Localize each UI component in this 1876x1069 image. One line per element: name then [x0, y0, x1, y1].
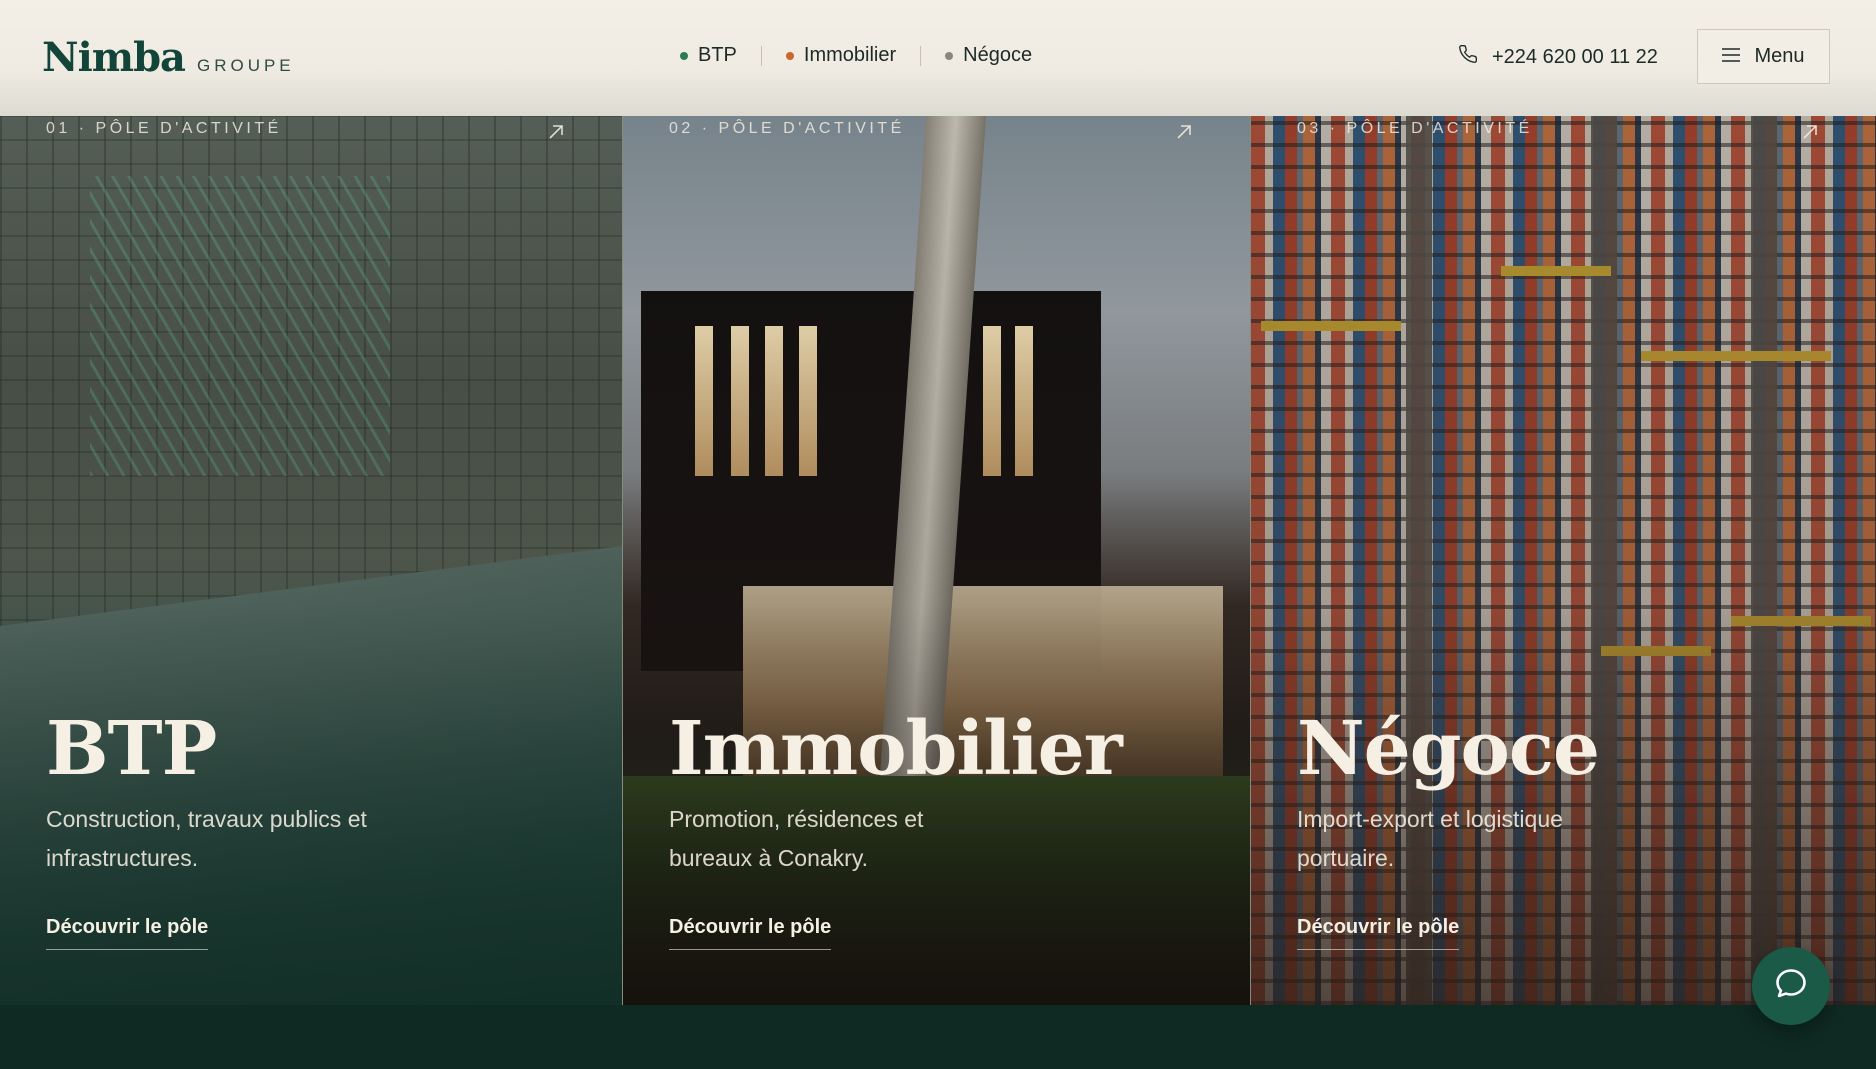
- phone-icon: [1458, 44, 1478, 70]
- footer-band: [0, 1005, 1876, 1069]
- green-dot-icon: [680, 51, 688, 60]
- arrow-up-right-icon[interactable]: [1800, 122, 1820, 142]
- nav-label: Négoce: [963, 44, 1033, 66]
- panel-description: Import-export et logistique portuaire.: [1297, 806, 1563, 871]
- menu-button[interactable]: Menu: [1697, 29, 1830, 84]
- panel-title: BTP: [46, 706, 217, 792]
- gray-dot-icon: [945, 51, 954, 60]
- phone-number: +224 620 00 11 22: [1492, 45, 1658, 68]
- panel-btp[interactable]: 01 · PÔLE D'ACTIVITÉ BTP Construction, t…: [0, 116, 622, 1005]
- logo-word: Nimba: [42, 34, 186, 81]
- panel-description: Promotion, résidences et bureaux à Conak…: [669, 806, 924, 871]
- nav-item-negoce[interactable]: Négoce: [921, 44, 1056, 67]
- discover-link[interactable]: Découvrir le pôle: [46, 916, 209, 950]
- orange-dot-icon: [785, 51, 794, 60]
- nav-item-btp[interactable]: BTP: [680, 44, 761, 67]
- panel-kicker: 01 · PÔLE D'ACTIVITÉ: [46, 120, 282, 137]
- activity-panels: 01 · PÔLE D'ACTIVITÉ BTP Construction, t…: [0, 116, 1876, 1005]
- phone-link[interactable]: +224 620 00 11 22: [1458, 44, 1658, 70]
- chat-button[interactable]: [1752, 947, 1830, 1025]
- main-nav: BTP Immobilier Négoce: [680, 44, 1056, 67]
- logo[interactable]: Nimba GROUPE: [42, 34, 295, 81]
- chat-bubble-icon: [1773, 966, 1809, 1007]
- menu-label: Menu: [1754, 45, 1805, 67]
- arrow-up-right-icon[interactable]: [1174, 122, 1194, 142]
- site-header: Nimba GROUPE BTP Immobilier Négoce +224 …: [0, 0, 1876, 116]
- arrow-up-right-icon[interactable]: [546, 122, 566, 142]
- panel-kicker: 02 · PÔLE D'ACTIVITÉ: [669, 120, 905, 137]
- nav-item-immobilier[interactable]: Immobilier: [762, 44, 920, 67]
- panel-title: Négoce: [1297, 706, 1600, 792]
- panel-title: Immobilier: [669, 706, 1123, 792]
- discover-link[interactable]: Découvrir le pôle: [669, 916, 832, 950]
- hamburger-icon: [1722, 45, 1741, 68]
- panel-kicker: 03 · PÔLE D'ACTIVITÉ: [1297, 120, 1533, 137]
- panel-negoce[interactable]: 03 · PÔLE D'ACTIVITÉ Négoce Import-expor…: [1250, 116, 1876, 1005]
- nav-label: Immobilier: [803, 44, 897, 66]
- discover-link[interactable]: Découvrir le pôle: [1297, 916, 1460, 950]
- panel-immobilier[interactable]: 02 · PÔLE D'ACTIVITÉ Immobilier Promotio…: [622, 116, 1250, 1005]
- logo-subtitle: GROUPE: [196, 56, 295, 75]
- panel-description: Construction, travaux publics et infrast…: [46, 806, 367, 871]
- nav-label: BTP: [698, 44, 737, 66]
